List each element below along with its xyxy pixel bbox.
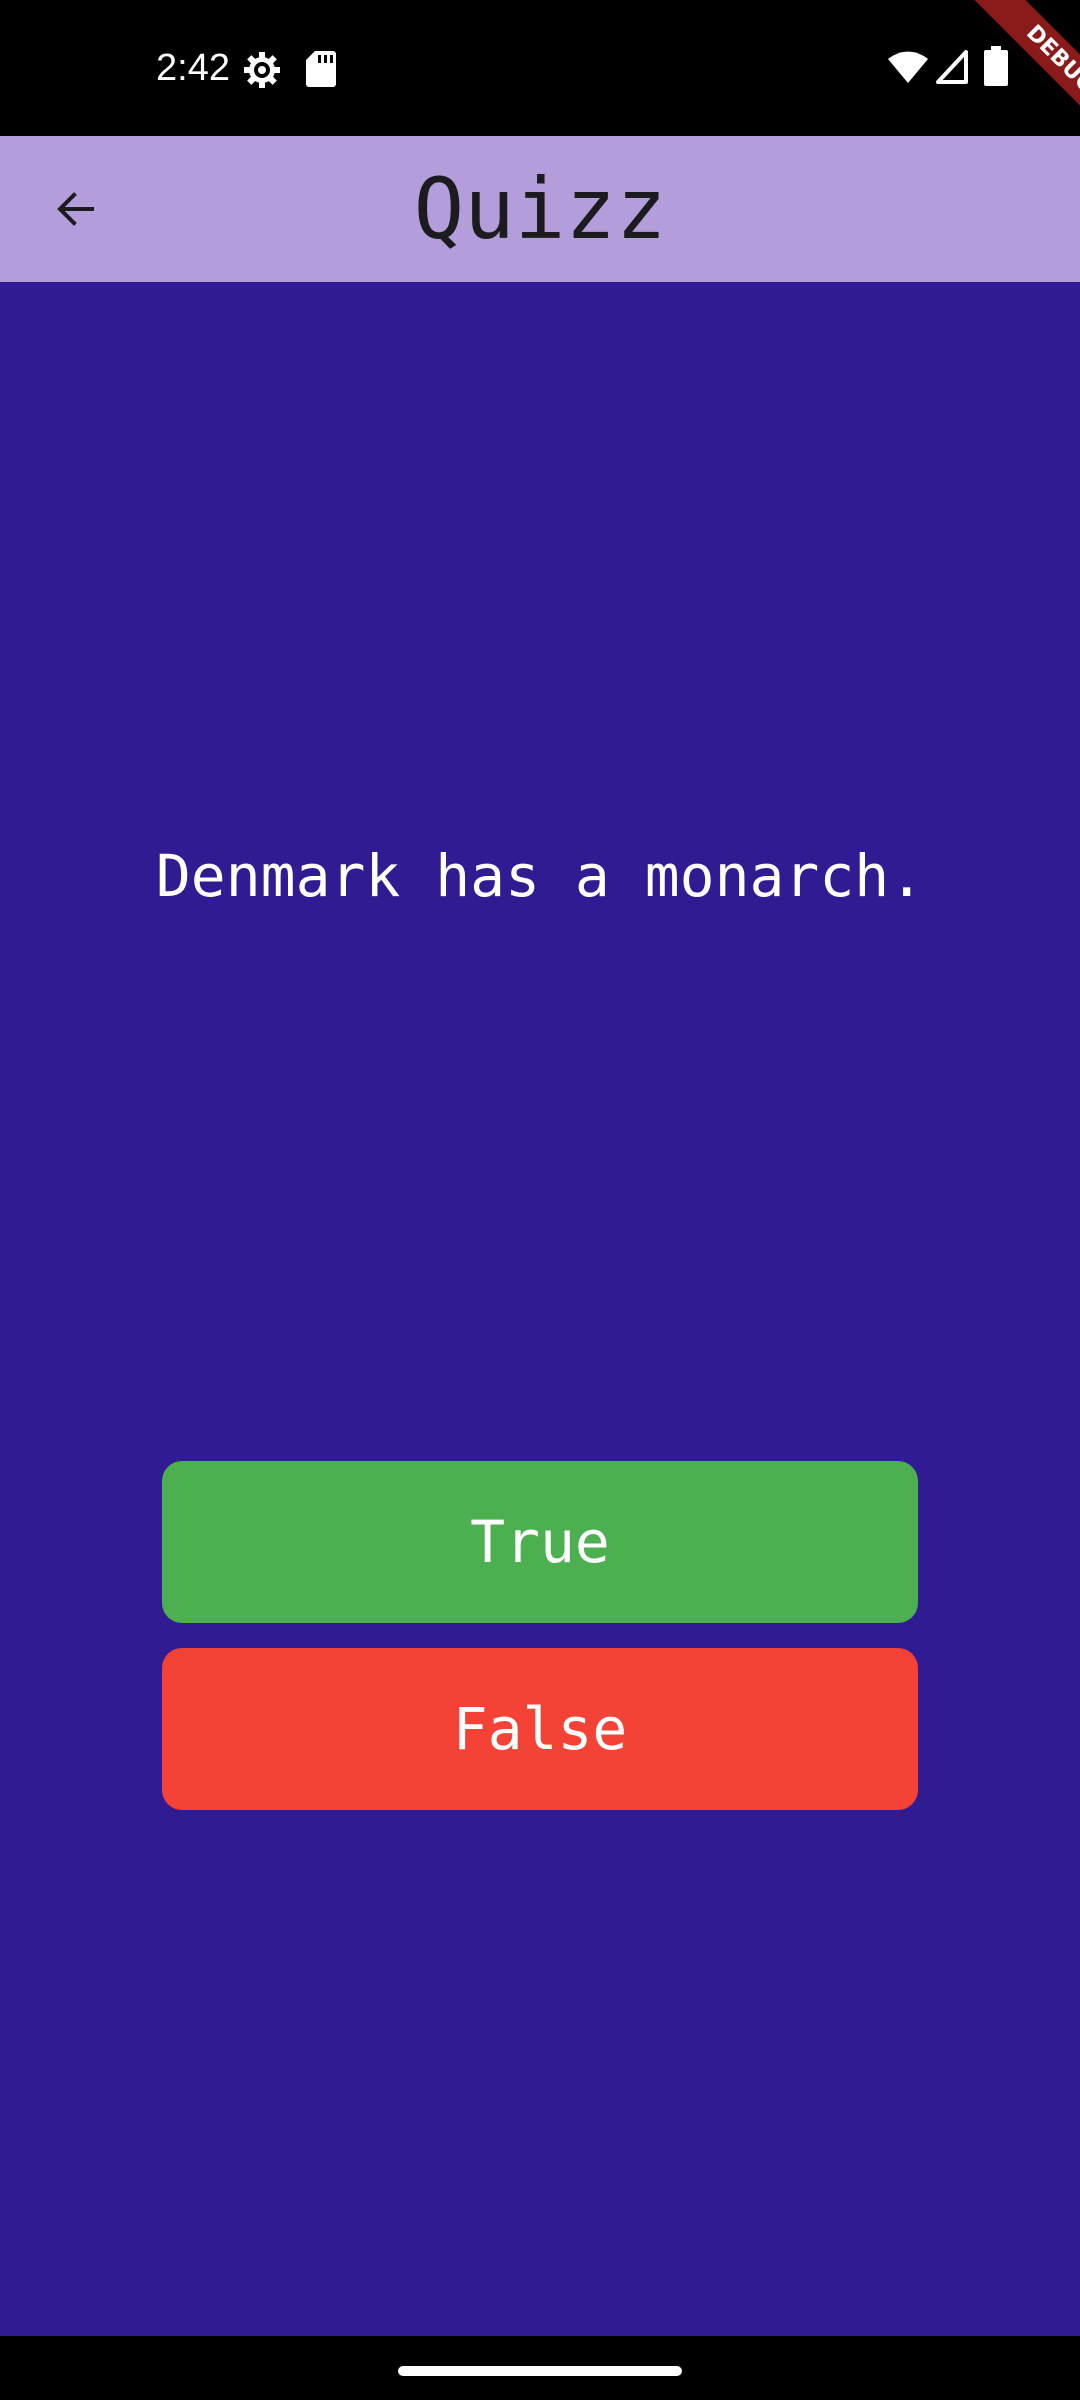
app-bar: Quizz xyxy=(0,136,1080,282)
debug-label: DEBUG xyxy=(955,0,1080,150)
app-title: Quizz xyxy=(413,160,667,258)
settings-icon xyxy=(244,52,280,88)
true-button-label: True xyxy=(470,1508,610,1576)
quiz-screen: 2:42 DEBUG Quizz Denmark has a monarch. … xyxy=(0,0,1080,2400)
question-text: Denmark has a monarch. xyxy=(155,842,925,910)
status-bar: 2:42 DEBUG xyxy=(0,0,1080,150)
false-button[interactable]: False xyxy=(162,1648,918,1810)
wifi-icon xyxy=(888,51,928,83)
back-button[interactable] xyxy=(32,165,120,253)
arrow-back-icon xyxy=(57,192,94,226)
battery-icon xyxy=(984,46,1008,86)
status-time: 2:42 xyxy=(156,47,230,89)
sd-card-icon xyxy=(306,51,336,87)
false-button-label: False xyxy=(452,1695,628,1763)
true-button[interactable]: True xyxy=(162,1461,918,1623)
signal-icon xyxy=(936,50,968,84)
navigation-bar xyxy=(0,2336,1080,2400)
home-indicator[interactable] xyxy=(398,2366,682,2376)
